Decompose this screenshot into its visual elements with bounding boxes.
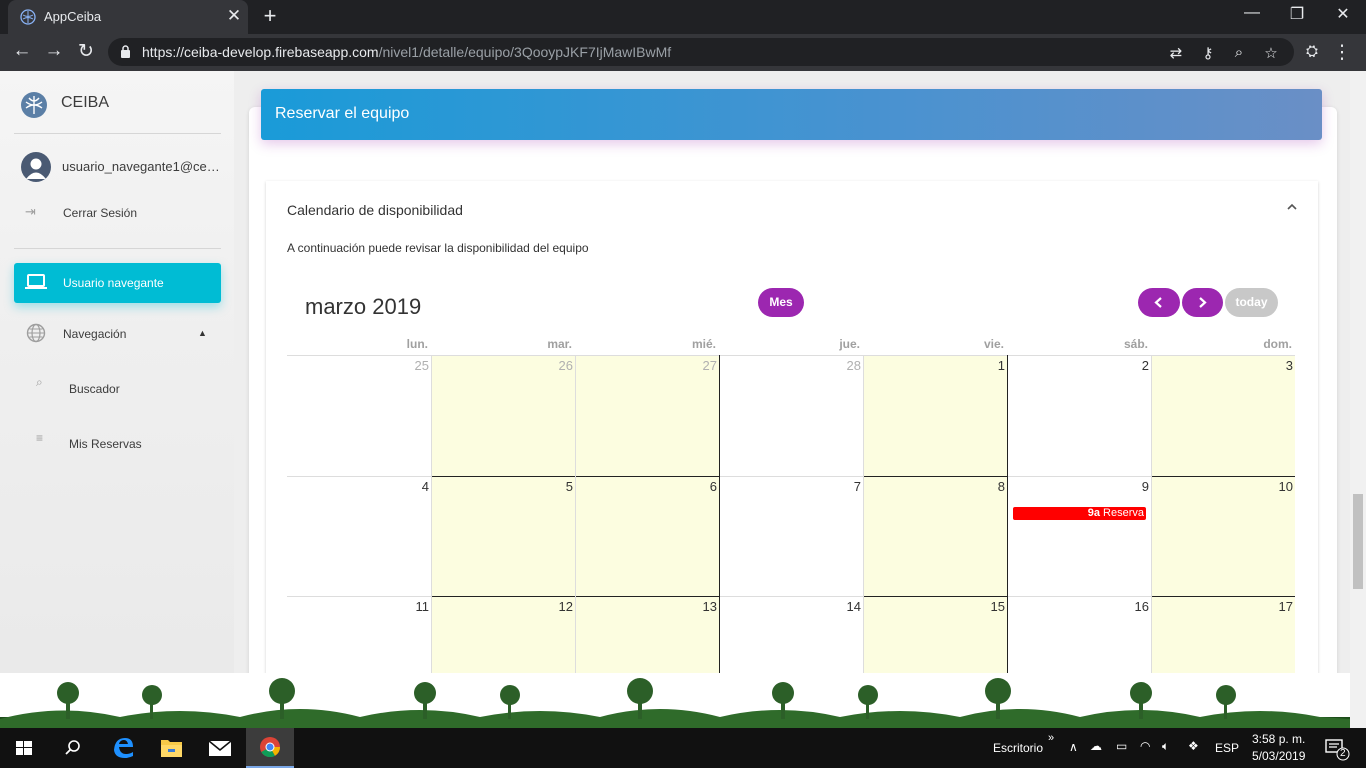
desktop-toolbar-label[interactable]: Escritorio <box>993 741 1043 755</box>
battery-icon[interactable]: ▭ <box>1116 739 1127 753</box>
calendar-grid-lines <box>287 355 1295 728</box>
sidebar-item-navegacion[interactable]: Navegación <box>63 327 126 341</box>
menu-icon[interactable]: ⋮ <box>1330 41 1354 64</box>
ceiba-logo-icon <box>21 92 47 118</box>
zoom-icon[interactable]: ⌕ <box>1229 44 1249 61</box>
translate-icon[interactable]: ⇄ <box>1166 44 1186 62</box>
chrome-app[interactable] <box>246 728 294 768</box>
onedrive-icon[interactable]: ☁ <box>1090 739 1102 753</box>
volume-icon[interactable]: 🔈︎ <box>1162 739 1169 754</box>
notification-count: 2 <box>1340 748 1346 759</box>
caret-up-icon[interactable]: ▲ <box>198 328 207 338</box>
edge-icon <box>114 738 133 758</box>
scrollbar-thumb[interactable] <box>1353 494 1363 589</box>
calendar-event[interactable]: 9a Reserva <box>1013 507 1146 520</box>
window-close-icon[interactable]: ✕ <box>1329 4 1357 24</box>
search-button[interactable] <box>48 728 96 768</box>
browser-tab-strip: AppCeiba ✕ + — ❐ ✕ <box>0 0 1366 34</box>
card-header: Reservar el equipo <box>261 89 1322 140</box>
next-month-button[interactable] <box>1182 288 1223 317</box>
panel-description: A continuación puede revisar la disponib… <box>287 241 589 255</box>
url-path: /nivel1/detalle/equipo/3QooypJKF7IjMawIB… <box>378 44 672 60</box>
chevron-right-icon <box>1199 297 1207 308</box>
avatar[interactable] <box>21 152 51 182</box>
folder-icon <box>161 740 182 757</box>
sidebar-divider <box>14 133 221 134</box>
toolbar-overflow-icon[interactable]: » <box>1048 732 1054 744</box>
page-scrollbar[interactable] <box>1350 71 1366 728</box>
card-title: Reservar el equipo <box>275 105 410 122</box>
new-tab-icon[interactable]: + <box>259 3 281 29</box>
bookmark-star-icon[interactable]: ☆ <box>1261 44 1281 62</box>
list-icon: ≡ <box>36 431 44 445</box>
start-button[interactable] <box>0 728 48 768</box>
maximize-icon[interactable]: ❐ <box>1283 4 1311 24</box>
logout-link[interactable]: Cerrar Sesión <box>63 206 137 220</box>
search-icon <box>65 740 80 755</box>
month-view-button[interactable]: Mes <box>758 288 804 317</box>
back-icon[interactable]: ← <box>10 40 34 62</box>
sidebar-item-mis-reservas[interactable]: Mis Reservas <box>69 437 142 451</box>
mail-icon <box>208 740 232 756</box>
user-avatar-icon <box>26 158 46 179</box>
logout-icon: ⇥ <box>25 204 36 219</box>
url-text: https://ceiba-develop.firebaseapp.com/ni… <box>142 44 671 60</box>
action-center-button[interactable]: 2 <box>1316 728 1366 768</box>
forest-silhouette-image <box>0 678 1350 728</box>
wifi-icon[interactable]: ◠ <box>1140 739 1150 753</box>
sidebar-item-usuario-navegante[interactable]: Usuario navegante <box>14 263 221 303</box>
user-email: usuario_navegante1@ceib... <box>62 159 222 174</box>
chevron-left-icon <box>1154 297 1162 308</box>
ceiba-favicon-icon <box>20 9 36 25</box>
calendar-title: marzo 2019 <box>305 294 422 319</box>
mail-app[interactable] <box>196 728 244 768</box>
clock-date[interactable]: 5/03/2019 <box>1252 749 1305 763</box>
sidebar-divider <box>14 248 221 249</box>
event-title: Reserva <box>1103 507 1144 519</box>
globe-icon <box>26 323 46 343</box>
chevron-up-icon[interactable] <box>1282 197 1302 217</box>
windows-taskbar: Escritorio » ∧ ☁ ▭ ◠ 🔈︎ ❖ ESP 3:58 p. m.… <box>0 728 1366 768</box>
reload-icon[interactable]: ↻ <box>74 40 98 63</box>
sidebar-item-buscador[interactable]: Buscador <box>69 382 120 396</box>
clock-time[interactable]: 3:58 p. m. <box>1252 732 1305 746</box>
incognito-icon[interactable]: ⛭ <box>1300 43 1324 60</box>
lock-icon <box>121 45 130 58</box>
laptop-icon <box>25 274 47 289</box>
event-time: 9a <box>1087 507 1100 519</box>
today-button[interactable]: today <box>1225 288 1278 317</box>
footer-decoration <box>0 673 1350 728</box>
panel-title: Calendario de disponibilidad <box>287 202 463 218</box>
tab-title: AppCeiba <box>44 9 102 24</box>
dropbox-icon[interactable]: ❖ <box>1188 739 1199 753</box>
address-bar[interactable]: https://ceiba-develop.firebaseapp.com/ni… <box>108 38 1294 66</box>
availability-panel: Calendario de disponibilidad A continuac… <box>266 181 1318 728</box>
forward-icon[interactable]: → <box>42 40 66 62</box>
key-icon[interactable]: ⚷ <box>1198 44 1218 62</box>
page-content: CEIBA usuario_navegante1@ceib... ⇥ Cerra… <box>0 71 1366 728</box>
sidebar: CEIBA usuario_navegante1@ceib... ⇥ Cerra… <box>0 71 234 728</box>
sidebar-item-label: Usuario navegante <box>63 276 164 290</box>
tab-close-icon[interactable]: ✕ <box>224 6 244 26</box>
search-icon: ⌕ <box>36 375 43 389</box>
browser-tab[interactable]: AppCeiba ✕ <box>8 0 248 34</box>
calendar-grid: lun. mar. mié. jue. vie. sáb. dom. 25 26… <box>287 331 1295 728</box>
prev-month-button[interactable] <box>1138 288 1180 317</box>
language-indicator[interactable]: ESP <box>1215 741 1239 755</box>
tray-expand-icon[interactable]: ∧ <box>1069 740 1078 754</box>
file-explorer-app[interactable] <box>148 728 196 768</box>
chrome-icon <box>260 737 281 758</box>
edge-app[interactable] <box>100 728 148 768</box>
brand-name: CEIBA <box>61 94 110 111</box>
url-host: https://ceiba-develop.firebaseapp.com <box>142 44 379 60</box>
browser-toolbar: ← → ↻ https://ceiba-develop.firebaseapp.… <box>0 34 1366 71</box>
windows-logo-icon <box>16 741 32 755</box>
minimize-icon[interactable]: — <box>1238 4 1266 22</box>
